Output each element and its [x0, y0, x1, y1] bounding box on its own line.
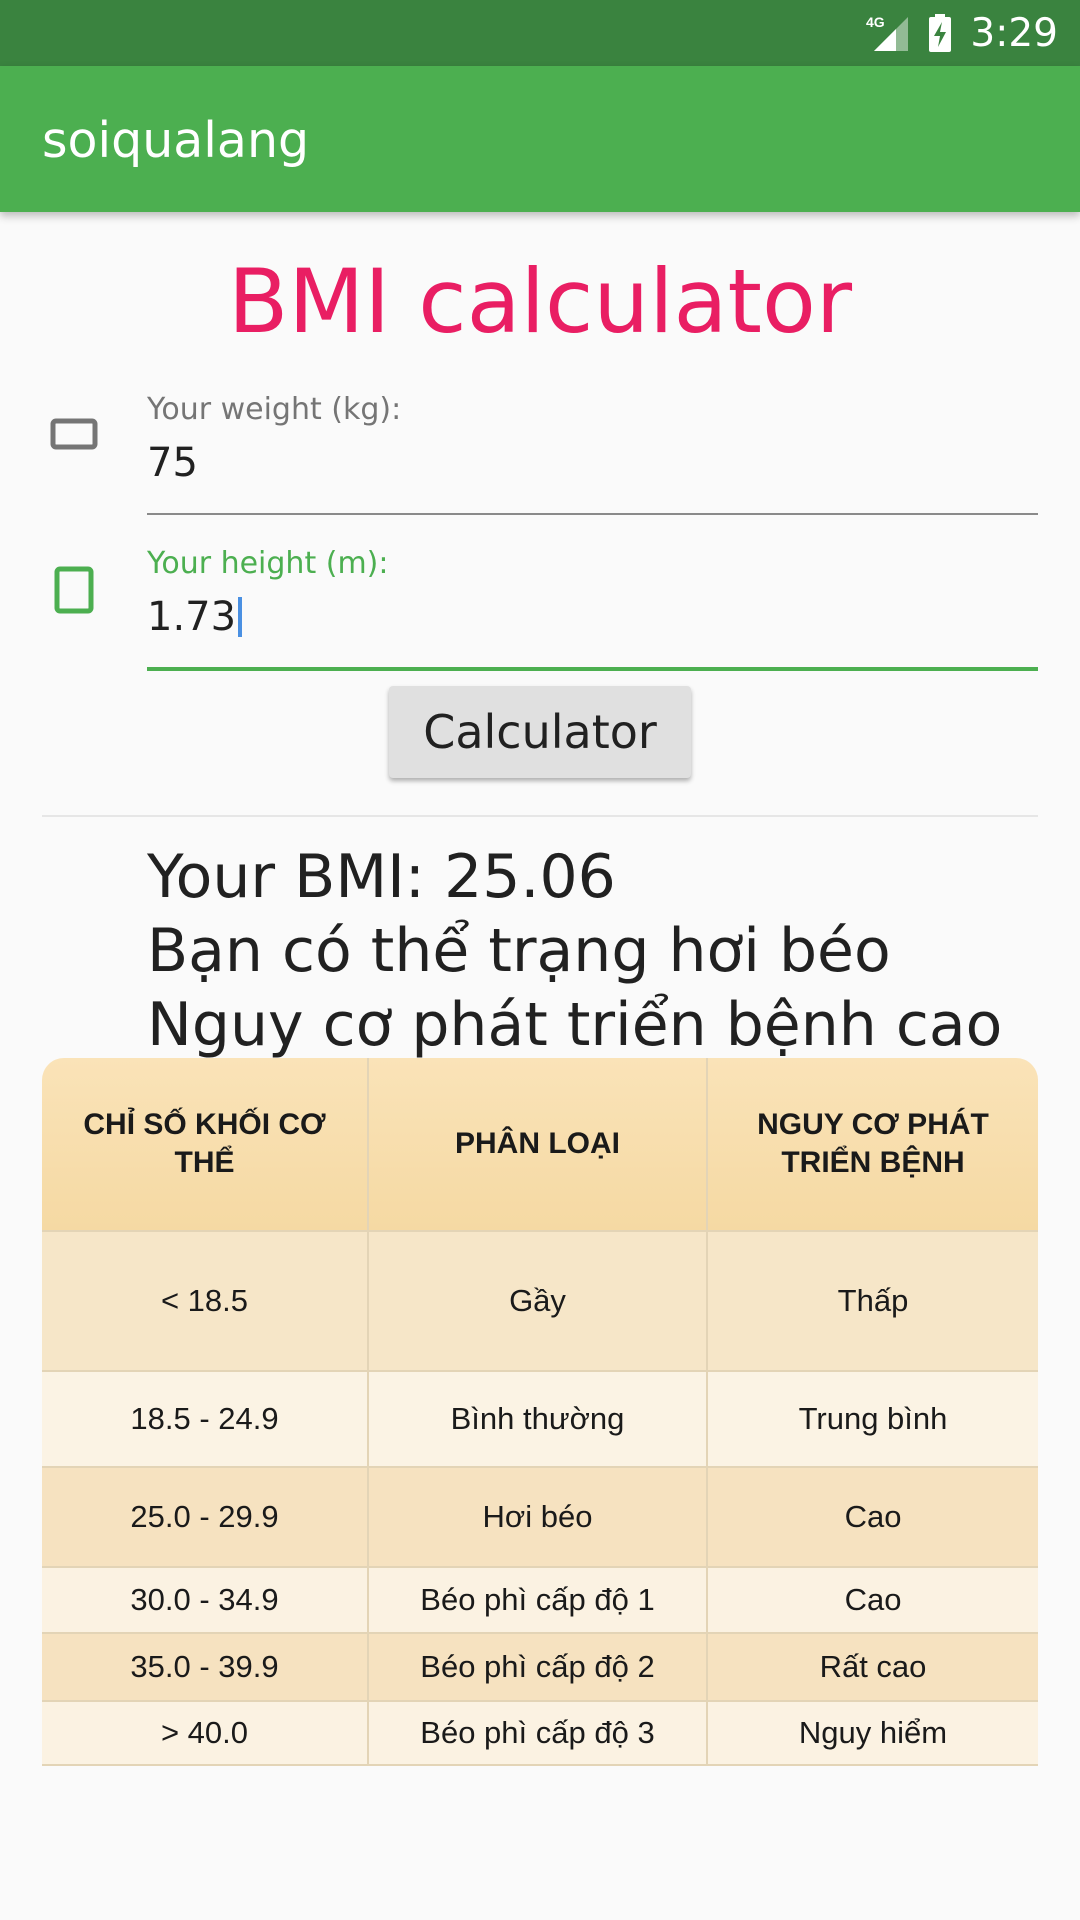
disease-risk: Nguy cơ phát triển bệnh cao	[147, 990, 1003, 1060]
table-cell: Thấp	[837, 1283, 909, 1318]
table-cell: Gầy	[369, 1232, 708, 1370]
table-cell: Béo phì cấp độ 3	[369, 1702, 708, 1764]
text-cursor	[238, 597, 243, 637]
result-block: Your BMI: 25.06 Bạn có thể trạng hơi béo…	[147, 840, 1067, 1062]
rectangle-outline-icon	[50, 418, 98, 450]
table-cell: Bình thường	[369, 1372, 708, 1466]
height-label: Your height (m):	[147, 546, 389, 581]
weight-underline	[147, 513, 1038, 515]
table-cell: Trung bình	[798, 1401, 948, 1436]
table-header-row: CHỈ SỐ KHỐI CƠ THỂ PHÂN LOẠI NGUY CƠ PHÁ…	[42, 1058, 1038, 1232]
table-cell: Rất cao	[819, 1649, 927, 1684]
table-cell: 30.0 - 34.9	[42, 1568, 369, 1632]
body-status: Bạn có thể trạng hơi béo	[147, 916, 891, 986]
bmi-result: Your BMI: 25.06	[147, 842, 616, 912]
weight-field[interactable]: Your weight (kg): 75	[147, 392, 1038, 528]
table-cell: Cao	[844, 1582, 902, 1617]
header-bmi-index: CHỈ SỐ KHỐI CƠ THỂ	[42, 1058, 369, 1230]
calculator-button[interactable]: Calculator	[389, 686, 691, 778]
table-row: > 40.0 Béo phì cấp độ 3 Nguy hiểm	[42, 1702, 1038, 1766]
height-value: 1.73	[147, 594, 237, 640]
table-cell: Béo phì cấp độ 2	[369, 1634, 708, 1700]
table-cell: Nguy hiểm	[798, 1715, 948, 1750]
status-bar: 4G 3:29	[0, 0, 1080, 66]
table-cell: > 40.0	[42, 1702, 369, 1764]
weight-value: 75	[147, 440, 198, 486]
table-cell: Béo phì cấp độ 1	[369, 1568, 708, 1632]
table-cell: 18.5 - 24.9	[42, 1372, 369, 1466]
divider	[42, 815, 1038, 817]
header-disease-risk: NGUY CƠ PHÁT TRIỂN BỆNH	[757, 1108, 989, 1179]
table-cell: Cao	[844, 1499, 902, 1534]
main-content: BMI calculator Your weight (kg): 75 Your…	[0, 212, 1080, 1920]
status-icons: 4G 3:29	[866, 0, 1058, 66]
weight-label: Your weight (kg):	[147, 392, 402, 427]
table-cell: 35.0 - 39.9	[42, 1634, 369, 1700]
network-type-label: 4G	[866, 14, 885, 30]
status-time: 3:29	[970, 10, 1058, 56]
app-bar: soiqualang	[0, 66, 1080, 212]
battery-charging-icon	[929, 14, 952, 52]
table-row: 18.5 - 24.9 Bình thường Trung bình	[42, 1372, 1038, 1468]
signal-icon: 4G	[866, 14, 909, 51]
app-title: soiqualang	[42, 112, 310, 169]
table-row: 30.0 - 34.9 Béo phì cấp độ 1 Cao	[42, 1568, 1038, 1634]
page-title: BMI calculator	[227, 250, 853, 353]
height-underline	[147, 667, 1038, 671]
table-row: 25.0 - 29.9 Hơi béo Cao	[42, 1468, 1038, 1568]
table-row: 35.0 - 39.9 Béo phì cấp độ 2 Rất cao	[42, 1634, 1038, 1702]
height-input[interactable]: 1.73	[147, 591, 1038, 643]
header-classification: PHÂN LOẠI	[369, 1058, 708, 1230]
table-row: < 18.5 Gầy Thấp	[42, 1232, 1038, 1372]
table-cell: Hơi béo	[369, 1468, 708, 1566]
height-field[interactable]: Your height (m): 1.73	[147, 546, 1038, 686]
weight-input[interactable]: 75	[147, 437, 1038, 489]
table-cell: < 18.5	[42, 1232, 369, 1370]
bmi-reference-table: CHỈ SỐ KHỐI CƠ THỂ PHÂN LOẠI NGUY CƠ PHÁ…	[42, 1058, 1038, 1766]
table-cell: 25.0 - 29.9	[42, 1468, 369, 1566]
square-outline-icon	[54, 566, 94, 614]
